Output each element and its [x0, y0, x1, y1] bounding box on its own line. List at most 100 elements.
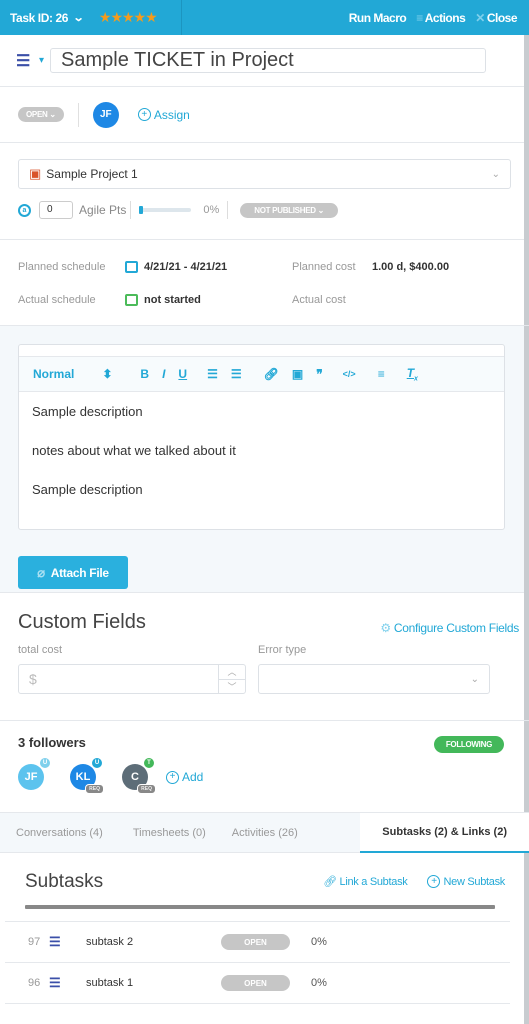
assignee-avatar[interactable]: JF [92, 101, 119, 128]
planned-schedule-value[interactable]: 4/21/21 - 4/21/21 [125, 260, 292, 273]
title-row: ☰ ▾ Sample TICKET in Project [0, 35, 529, 87]
plus-circle-icon: + [166, 770, 179, 784]
error-type-label: Error type [258, 644, 307, 656]
publish-status-dropdown[interactable]: NOT PUBLISHED ⌄ [240, 202, 339, 218]
status-row: OPEN ⌄ JF + Assign [0, 87, 529, 143]
task-title-input[interactable]: Sample TICKET in Project [50, 48, 487, 73]
divider [77, 102, 79, 127]
underline-icon[interactable]: U [178, 367, 187, 381]
project-name: Sample Project 1 [46, 167, 138, 181]
checklist-icon[interactable]: ☰ [16, 51, 36, 71]
agile-points-label: Agile Pts [79, 203, 127, 217]
run-macro-button[interactable]: Run Macro [349, 11, 407, 25]
actual-schedule-label: Actual schedule [18, 293, 96, 306]
code-icon[interactable]: </> [343, 369, 356, 379]
follower-avatar[interactable]: C T REQ [122, 758, 156, 794]
agile-points-input[interactable]: 0 [39, 201, 73, 219]
configure-label: Configure Custom Fields [393, 621, 519, 635]
top-bar: Task ID: 26 ⌄ ★★★★★ Run Macro ≡ Actions ✕… [0, 0, 529, 35]
subtask-row[interactable]: 96 ☰ subtask 1 OPEN 0% [5, 963, 510, 1004]
subtask-row[interactable]: 97 ☰ subtask 2 OPEN 0% [5, 922, 510, 963]
rating-stars[interactable]: ★★★★★ [99, 9, 158, 26]
description-paragraph: Sample description [32, 482, 143, 497]
bold-icon[interactable]: B [140, 367, 149, 381]
format-select[interactable]: Normal [33, 367, 74, 381]
task-id-label: Task ID: 26 [10, 10, 69, 25]
assign-button[interactable]: + Assign [137, 108, 190, 122]
progress-percent: 0% [203, 204, 220, 216]
subtask-status[interactable]: OPEN [221, 934, 290, 950]
description-paragraph: Sample description [32, 404, 143, 419]
planned-cost-label: Planned cost [292, 260, 356, 273]
user-type-badge: U [92, 758, 102, 768]
project-section: ▣ Sample Project 1 ⌄ a 0 Agile Pts 0% NO… [0, 143, 529, 240]
clear-format-icon[interactable]: Tx [407, 366, 418, 382]
project-icon: ▣ [29, 166, 42, 181]
subtask-id: 97 [28, 936, 41, 948]
calendar-icon [125, 260, 138, 273]
subtask-name[interactable]: subtask 1 [86, 977, 221, 989]
ordered-list-icon[interactable]: ☰ [207, 367, 218, 381]
tab-timesheets[interactable]: Timesheets (0) [119, 813, 222, 853]
tab-subtasks-links[interactable]: Subtasks (2) & Links (2) [360, 812, 529, 853]
plus-circle-icon: + [427, 875, 441, 888]
add-follower-button[interactable]: + Add [166, 770, 203, 784]
agile-icon: a [18, 203, 31, 217]
align-icon[interactable]: ≡ [378, 367, 385, 381]
chevron-down-icon[interactable]: ▾ [39, 55, 44, 66]
planned-dates: 4/21/21 - 4/21/21 [144, 260, 228, 273]
tab-activities[interactable]: Activities (26) [222, 813, 314, 853]
blockquote-icon[interactable]: ❞ [316, 367, 322, 381]
progress-slider[interactable] [139, 206, 192, 214]
follower-avatar[interactable]: KL U REQ [70, 758, 104, 794]
number-spinner[interactable]: ︿ ﹀ [218, 665, 245, 693]
close-button[interactable]: ✕ Close [475, 11, 517, 25]
italic-icon[interactable]: I [162, 367, 165, 381]
followers-section: 3 followers FOLLOWING JF U KL U REQ C T … [0, 721, 529, 813]
follower-avatar[interactable]: JF U [18, 758, 50, 790]
link-icon: 🔗︎ [323, 876, 340, 888]
divider [25, 905, 495, 909]
subtask-name[interactable]: subtask 2 [86, 936, 221, 948]
follower-initials: C [131, 771, 139, 783]
actual-cost-label: Actual cost [292, 293, 346, 306]
divider [227, 201, 229, 219]
actions-button[interactable]: ≡ Actions [416, 11, 466, 25]
configure-custom-fields-link[interactable]: ⚙ Configure Custom Fields [380, 621, 519, 635]
follower-initials: KL [75, 771, 91, 783]
status-label: OPEN [26, 110, 48, 119]
status-dropdown[interactable]: OPEN ⌄ [18, 107, 64, 122]
add-follower-label: Add [182, 770, 204, 784]
chevron-down-icon: ⌄ [491, 168, 500, 180]
chevron-down-icon: ⌄ [72, 12, 85, 24]
tab-bar: Conversations (4) Timesheets (0) Activit… [0, 812, 529, 853]
description-paragraph: notes about what we talked about it [32, 443, 236, 458]
editor-content[interactable]: Sample description notes about what we t… [19, 392, 504, 529]
new-subtask-button[interactable]: + New Subtask [427, 875, 505, 888]
attach-file-label: Attach File [50, 565, 109, 580]
actual-schedule-value[interactable]: not started [125, 293, 292, 306]
required-badge: REQ [137, 784, 156, 794]
divider [130, 201, 132, 219]
error-type-select[interactable]: ⌄ [258, 664, 490, 694]
link-subtask-button[interactable]: 🔗︎ Link a Subtask [323, 875, 408, 888]
image-icon[interactable]: ▣ [292, 367, 303, 381]
subtask-type-icon: ☰ [49, 975, 61, 990]
progress-handle[interactable] [139, 206, 144, 214]
gear-icon: ⚙ [380, 621, 391, 635]
link-icon[interactable]: 🔗︎ [264, 367, 279, 381]
user-type-badge: U [40, 758, 50, 768]
attach-file-button[interactable]: ⌀ Attach File [18, 556, 128, 589]
format-select-arrows-icon[interactable]: ⬍ [102, 367, 112, 381]
schedule-section: Planned schedule 4/21/21 - 4/21/21 Plann… [0, 240, 529, 326]
decrement-icon[interactable]: ﹀ [219, 680, 245, 694]
subtask-type-icon: ☰ [49, 934, 61, 949]
subtask-status[interactable]: OPEN [221, 975, 290, 991]
increment-icon[interactable]: ︿ [219, 665, 245, 680]
bullet-list-icon[interactable]: ☰ [231, 367, 242, 381]
total-cost-input[interactable]: $ ︿ ﹀ [18, 664, 246, 694]
task-id-dropdown[interactable]: Task ID: 26 ⌄ [0, 10, 85, 25]
following-toggle[interactable]: FOLLOWING [433, 736, 504, 753]
project-select[interactable]: ▣ Sample Project 1 ⌄ [18, 159, 511, 189]
tab-conversations[interactable]: Conversations (4) [0, 813, 119, 853]
